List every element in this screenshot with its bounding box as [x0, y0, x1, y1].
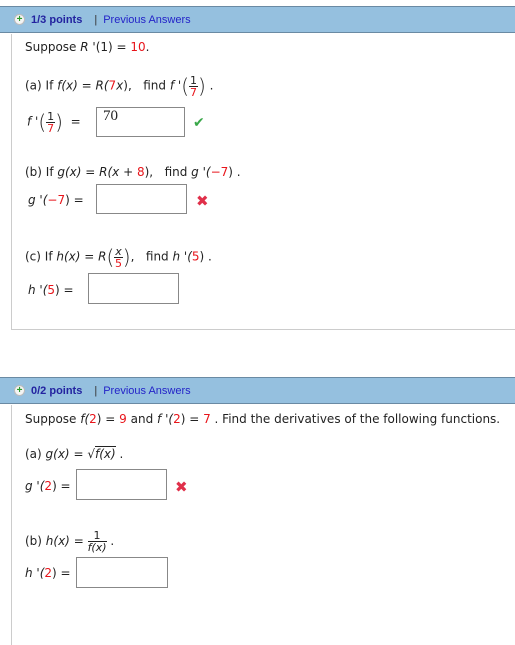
previous-answers-link[interactable]: Previous Answers: [103, 14, 190, 26]
correct-check-icon: ✔: [193, 115, 205, 131]
q2-part-a-answer-input[interactable]: [76, 469, 167, 500]
question-2-panel: [11, 405, 515, 645]
points-label: 0/2 points: [31, 384, 83, 397]
expand-plus-icon[interactable]: +: [14, 385, 25, 396]
q2-part-b-prompt: (b) h(x) = 1 f(x) .: [25, 529, 115, 554]
q2-part-a-answer-label: g '(2) =: [25, 479, 71, 493]
separator: |: [94, 384, 98, 397]
sqrt-symbol: √: [87, 447, 95, 461]
q1-part-c-answer-label: h '(5) =: [28, 283, 74, 297]
question-2-header: + 0/2 points | Previous Answers: [0, 377, 515, 404]
expand-plus-icon[interactable]: +: [14, 14, 25, 25]
q1-part-c-answer-input[interactable]: [88, 273, 179, 304]
q1-part-b-answer-input[interactable]: [96, 184, 187, 214]
q1-part-a-answer-label: f '(1 7) =: [27, 109, 81, 135]
incorrect-x-icon: ✖: [196, 192, 209, 210]
q1-part-b-prompt: (b) If g(x) = R(x + 8), find g '(−7) .: [25, 165, 241, 179]
q2-part-b-answer-input[interactable]: [76, 557, 168, 588]
question-1-header: + 1/3 points | Previous Answers: [0, 6, 515, 33]
q2-intro: Suppose f(2) = 9 and f '(2) = 7 . Find t…: [25, 412, 501, 426]
separator: |: [94, 13, 98, 26]
q1-part-a-answer-input[interactable]: 70: [96, 107, 185, 137]
q1-part-c-prompt: (c) If h(x) = R(x 5), find h '(5) .: [25, 244, 212, 270]
q2-part-a-prompt: (a) g(x) = √f(x) .: [25, 446, 124, 461]
previous-answers-link[interactable]: Previous Answers: [103, 385, 190, 397]
points-label: 1/3 points: [31, 13, 83, 26]
q1-intro: Suppose R '(1) = 10.: [25, 40, 150, 54]
incorrect-x-icon: ✖: [175, 478, 188, 496]
q1-part-b-answer-label: g '(−7) =: [28, 193, 84, 207]
q2-part-b-answer-label: h '(2) =: [25, 566, 71, 580]
q1-part-a-prompt: (a) If f(x) = R(7x), find f '(1 7) .: [25, 73, 214, 99]
